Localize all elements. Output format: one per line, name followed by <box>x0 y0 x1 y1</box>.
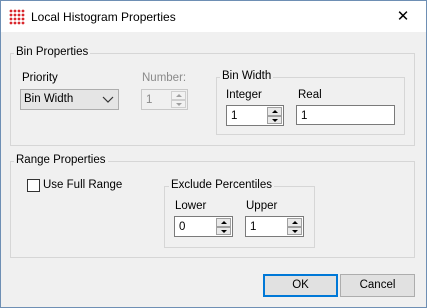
real-input[interactable]: 1 <box>296 105 395 125</box>
arrow-down-icon <box>221 229 227 233</box>
lower-value: 0 <box>179 221 186 233</box>
arrow-down-icon <box>176 102 182 106</box>
close-button[interactable]: ✕ <box>380 1 426 32</box>
cancel-button[interactable]: Cancel <box>340 274 415 297</box>
upper-spinner[interactable]: 1 <box>245 216 304 237</box>
arrow-up-icon <box>272 110 278 113</box>
bin-width-legend: Bin Width <box>220 70 274 82</box>
lower-decrement-button[interactable] <box>216 226 231 235</box>
integer-decrement-button[interactable] <box>267 115 282 124</box>
number-increment-button[interactable] <box>171 91 186 100</box>
number-value: 1 <box>146 94 153 106</box>
upper-decrement-button[interactable] <box>287 226 302 235</box>
upper-value: 1 <box>250 221 257 233</box>
use-full-range-label[interactable]: Use Full Range <box>43 179 122 191</box>
number-label: Number: <box>142 72 187 84</box>
integer-spinner[interactable]: 1 <box>226 105 284 126</box>
chevron-down-icon <box>102 96 114 103</box>
integer-value: 1 <box>231 110 238 122</box>
integer-increment-button[interactable] <box>267 107 282 116</box>
real-label: Real <box>298 89 322 101</box>
lower-increment-button[interactable] <box>216 218 231 227</box>
arrow-up-icon <box>221 221 227 224</box>
ok-button[interactable]: OK <box>263 274 338 297</box>
range-properties-legend: Range Properties <box>14 154 108 166</box>
arrow-down-icon <box>272 118 278 122</box>
priority-selected-value: Bin Width <box>24 93 74 105</box>
grid-dots-icon <box>9 9 25 25</box>
arrow-up-icon <box>176 94 182 97</box>
close-icon: ✕ <box>396 8 410 25</box>
title-bar: Local Histogram Properties ✕ <box>1 1 426 32</box>
window-title: Local Histogram Properties <box>31 10 176 24</box>
number-spinner[interactable]: 1 <box>141 89 188 110</box>
upper-increment-button[interactable] <box>287 218 302 227</box>
lower-spinner[interactable]: 0 <box>174 216 233 237</box>
exclude-percentiles-legend: Exclude Percentiles <box>169 179 274 191</box>
bin-properties-legend: Bin Properties <box>14 46 91 58</box>
arrow-up-icon <box>292 221 298 224</box>
number-decrement-button[interactable] <box>171 99 186 108</box>
priority-label: Priority <box>22 72 58 84</box>
lower-label: Lower <box>175 200 207 212</box>
upper-label: Upper <box>246 200 278 212</box>
real-value: 1 <box>301 110 308 122</box>
integer-label: Integer <box>226 89 262 101</box>
dialog-window: Local Histogram Properties ✕ Bin Propert… <box>0 0 427 308</box>
arrow-down-icon <box>292 229 298 233</box>
use-full-range-checkbox[interactable] <box>27 179 40 192</box>
priority-select[interactable]: Bin Width <box>20 89 119 110</box>
